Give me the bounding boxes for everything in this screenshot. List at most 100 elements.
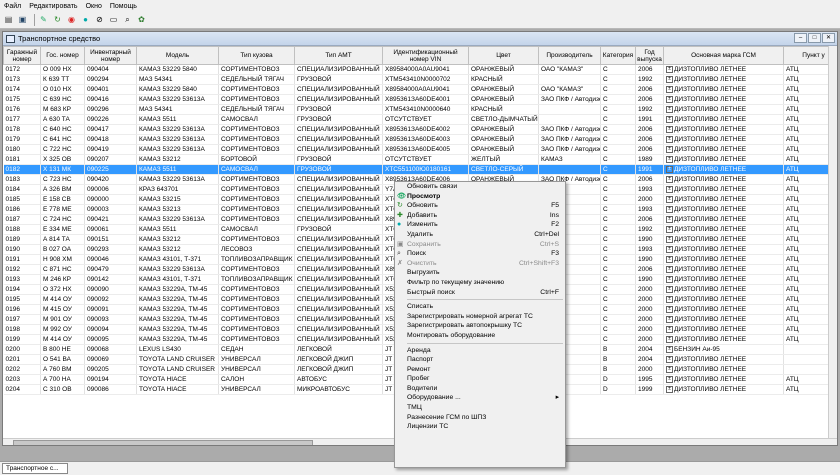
window-titlebar[interactable]: Транспортное средство – □ ✕ (3, 32, 837, 46)
fuel-picker-icon[interactable]: ± (666, 165, 673, 173)
context-menu-item[interactable]: ✚ Добавить Ins (395, 211, 565, 221)
close-icon[interactable]: ✕ (822, 33, 835, 43)
context-menu-item[interactable]: Водители (395, 384, 565, 394)
fuel-picker-icon[interactable]: ± (666, 95, 673, 103)
edit-icon[interactable]: ● (80, 15, 91, 26)
context-menu-item[interactable]: Пробег (395, 374, 565, 384)
column-header[interactable]: Категория (600, 46, 636, 65)
context-menu-item[interactable]: ⌕ Поиск F3 (395, 249, 565, 259)
column-header[interactable]: Гос. номер (40, 46, 85, 65)
fuel-picker-icon[interactable]: ± (666, 375, 673, 383)
fuel-picker-icon[interactable]: ± (666, 215, 673, 223)
preview-icon[interactable]: ▭ (108, 15, 119, 26)
table-row[interactable]: 0173 К 639 ТТ 090294 МАЗ 54341 СЕДЕЛЬНЫЙ ТЯГ… (3, 74, 837, 85)
table-row[interactable]: 0178 С 640 НС 090417 КАМАЗ 53229 53613А СОРТ… (3, 124, 837, 135)
column-header[interactable]: Цвет (468, 46, 539, 65)
fuel-picker-icon[interactable]: ± (666, 315, 673, 323)
fuel-picker-icon[interactable]: ± (666, 125, 673, 133)
fuel-picker-icon[interactable]: ± (666, 265, 673, 273)
table-row[interactable]: 0177 А 630 ТА 090226 КАМАЗ 5511 САМОСВАЛ ГРУЗ… (3, 114, 837, 125)
fuel-picker-icon[interactable]: ± (666, 335, 673, 343)
table-row[interactable]: 0175 С 639 НС 090416 КАМАЗ 53229 53613А СОРТ… (3, 94, 837, 105)
fuel-picker-icon[interactable]: ± (666, 175, 673, 183)
context-menu-item[interactable]: 👁 Просмотр (395, 192, 565, 202)
column-header[interactable]: Тип АМТ (294, 46, 383, 65)
context-menu-item[interactable]: Фильтр по текущему значению (395, 278, 565, 288)
table-row[interactable]: 0176 М 683 КР 090296 МАЗ 54341 СЕДЕЛЬНЫЙ ТЯГ… (3, 104, 837, 115)
save-icon[interactable]: ▣ (17, 15, 28, 26)
scroll-thumb[interactable] (13, 440, 313, 445)
context-menu-item[interactable]: ↻ Обновить F5 (395, 201, 565, 211)
context-menu-item[interactable]: Оборудование ... ▸ (395, 393, 565, 403)
search-icon[interactable]: ⌕ (122, 15, 133, 26)
minimize-icon[interactable]: – (794, 33, 807, 43)
fuel-picker-icon[interactable]: ± (666, 295, 673, 303)
context-menu-item[interactable]: Лицензии ТС (395, 422, 565, 432)
column-header[interactable]: Основная марка ГСМ (663, 46, 784, 65)
fuel-picker-icon[interactable]: ± (666, 135, 673, 143)
column-header[interactable]: Гаражный номер (3, 46, 41, 65)
fuel-picker-icon[interactable]: ± (666, 245, 673, 253)
context-menu-item[interactable]: Разнесение ГСМ по ШПЗ (395, 413, 565, 423)
table-row[interactable]: 0181 Х 325 ОВ 090207 КАМАЗ 53212 БОРТОВОЙ ГРУ… (3, 154, 837, 165)
column-header[interactable]: Инвентарный номер (84, 46, 137, 65)
fuel-picker-icon[interactable]: ± (666, 325, 673, 333)
fuel-picker-icon[interactable]: ± (666, 65, 673, 73)
db-icon[interactable]: ◉ (66, 15, 77, 26)
context-menu-item[interactable]: Быстрый поиск Ctrl+F (395, 288, 565, 298)
context-menu-item[interactable]: Ремонт (395, 365, 565, 375)
fuel-picker-icon[interactable]: ± (666, 145, 673, 153)
fuel-picker-icon[interactable]: ± (666, 355, 673, 363)
fuel-picker-icon[interactable]: ± (666, 225, 673, 233)
fuel-picker-icon[interactable]: ± (666, 205, 673, 213)
table-row[interactable]: 0174 О 010 НХ 090401 КАМАЗ 53229 5840 СОРТИМ… (3, 84, 837, 95)
table-row[interactable]: 0179 С 641 НС 090418 КАМАЗ 53229 53613А СОРТ… (3, 134, 837, 145)
column-header[interactable]: Модель (136, 46, 219, 65)
table-row[interactable]: 0180 С 722 НС 090419 КАМАЗ 53229 53613А СОРТ… (3, 144, 837, 155)
context-menu-item[interactable]: Аренда (395, 346, 565, 356)
context-menu-item[interactable]: ТМЦ (395, 403, 565, 413)
context-menu-item[interactable]: Зарегистрировать номерной агрегат ТС (395, 312, 565, 322)
column-header[interactable]: Идентификационный номер VIN (382, 46, 469, 65)
fuel-picker-icon[interactable]: ± (666, 345, 673, 353)
fuel-picker-icon[interactable]: ± (666, 275, 673, 283)
taskbar-item[interactable]: Транспортное с... (2, 463, 68, 474)
fuel-picker-icon[interactable]: ± (666, 255, 673, 263)
fuel-picker-icon[interactable]: ± (666, 185, 673, 193)
column-header[interactable]: Производитель (538, 46, 601, 65)
table-row[interactable]: 0172 О 009 НХ 090404 КАМАЗ 53229 5840 СОРТИМ… (3, 64, 837, 75)
maximize-icon[interactable]: □ (808, 33, 821, 43)
context-menu-item[interactable]: ● Изменить F2 (395, 220, 565, 230)
fuel-picker-icon[interactable]: ± (666, 235, 673, 243)
vertical-scrollbar[interactable] (828, 46, 837, 445)
print-icon[interactable]: ⊘ (94, 15, 105, 26)
new-icon[interactable]: ▤ (3, 15, 14, 26)
fuel-picker-icon[interactable]: ± (666, 285, 673, 293)
context-menu-item[interactable]: Выгрузить (395, 268, 565, 278)
fuel-picker-icon[interactable]: ± (666, 85, 673, 93)
column-header[interactable]: Тип кузова (218, 46, 295, 65)
fuel-picker-icon[interactable]: ± (666, 75, 673, 83)
settings-icon[interactable]: ✿ (136, 15, 147, 26)
fuel-picker-icon[interactable]: ± (666, 155, 673, 163)
context-menu-item[interactable]: Обновить связи (395, 182, 565, 192)
context-menu-item[interactable]: Зарегистрировать автопокрышку ТС (395, 321, 565, 331)
menu-help[interactable]: Помощь (106, 3, 141, 10)
menu-window[interactable]: Окно (82, 3, 106, 10)
tools-icon[interactable]: ✎ (38, 15, 49, 26)
refresh-icon[interactable]: ↻ (52, 15, 63, 26)
context-menu-item[interactable]: Монтировать оборудование (395, 331, 565, 341)
menu-edit[interactable]: Редактировать (25, 3, 81, 10)
fuel-picker-icon[interactable]: ± (666, 385, 673, 393)
menu-file[interactable]: Файл (0, 3, 25, 10)
fuel-picker-icon[interactable]: ± (666, 195, 673, 203)
context-menu-item[interactable]: Списать (395, 302, 565, 312)
context-menu-item[interactable]: Удалить Ctrl+Del (395, 230, 565, 240)
fuel-picker-icon[interactable]: ± (666, 115, 673, 123)
table-row[interactable]: 0182 Х 131 МК 090225 КАМАЗ 5511 САМОСВАЛ ГРУЗ… (3, 164, 837, 175)
fuel-picker-icon[interactable]: ± (666, 365, 673, 373)
fuel-picker-icon[interactable]: ± (666, 105, 673, 113)
context-menu-item[interactable]: Паспорт (395, 355, 565, 365)
column-header[interactable]: Год выпуска (635, 46, 664, 65)
fuel-picker-icon[interactable]: ± (666, 305, 673, 313)
